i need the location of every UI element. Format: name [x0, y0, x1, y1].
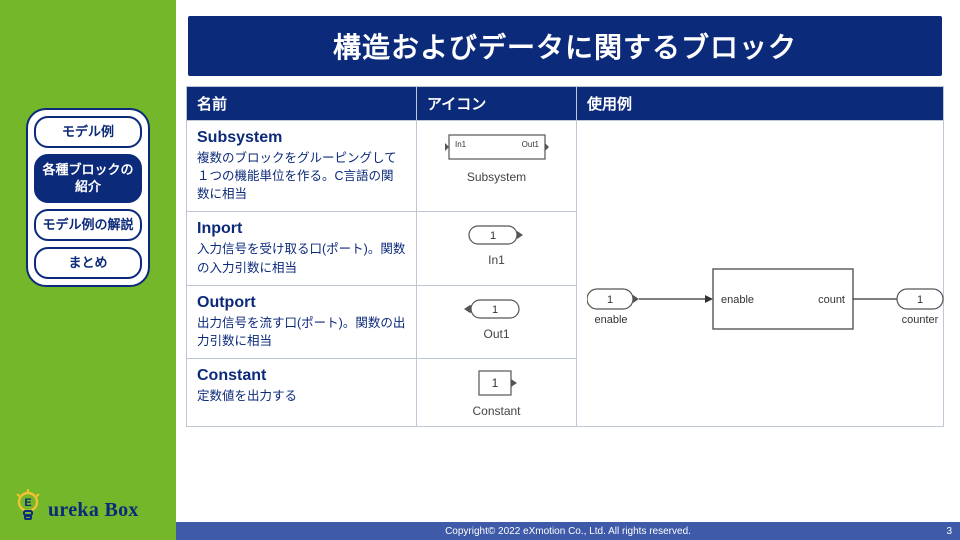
block-title: Subsystem [197, 129, 406, 147]
left-rail: モデル例 各種ブロックの紹介 モデル例の解説 まとめ E ureka Box [0, 0, 176, 540]
svg-text:In1: In1 [455, 140, 467, 149]
svg-text:1: 1 [607, 294, 613, 306]
svg-text:1: 1 [917, 294, 923, 306]
icon-label: Out1 [483, 327, 509, 341]
lightbulb-icon: E [14, 488, 42, 522]
svg-text:count: count [818, 294, 845, 306]
nav-item-model-example[interactable]: モデル例 [34, 116, 142, 148]
usage-diagram: 1 enable enable count [587, 249, 947, 359]
cell-icon: 1 Out1 [417, 285, 577, 358]
cell-name: Inport 入力信号を受け取る口(ポート)。関数の入力引数に相当 [187, 212, 417, 285]
logo-text: ureka Box [48, 499, 139, 522]
copyright: Copyright© 2022 eXmotion Co., Ltd. All r… [176, 526, 960, 537]
icon-label: In1 [488, 253, 505, 267]
constant-icon: 1 [467, 367, 527, 401]
nav-item-model-explain[interactable]: モデル例の解説 [34, 209, 142, 241]
cell-name: Constant 定数値を出力する [187, 358, 417, 426]
icon-label: Subsystem [467, 170, 526, 184]
logo: E ureka Box [14, 488, 139, 522]
footer: Copyright© 2022 eXmotion Co., Ltd. All r… [176, 522, 960, 540]
nav-item-label: 各種ブロックの紹介 [42, 162, 133, 193]
svg-text:1: 1 [491, 304, 497, 316]
blocks-table: 名前 アイコン 使用例 Subsystem 複数のブロックをグルーピングして１つ… [186, 86, 944, 427]
block-title: Constant [197, 367, 406, 385]
slide: モデル例 各種ブロックの紹介 モデル例の解説 まとめ E ureka Box 構… [0, 0, 960, 540]
cell-name: Subsystem 複数のブロックをグルーピングして１つの機能単位を作る。C言語… [187, 121, 417, 212]
cell-name: Outport 出力信号を流す口(ポート)。関数の出力引数に相当 [187, 285, 417, 358]
block-desc: 入力信号を受け取る口(ポート)。関数の入力引数に相当 [197, 242, 405, 274]
cell-icon: 1 Constant [417, 358, 577, 426]
block-title: Inport [197, 220, 406, 238]
nav-item-label: モデル例 [62, 124, 114, 139]
svg-text:1: 1 [489, 230, 495, 242]
svg-text:enable: enable [721, 294, 754, 306]
block-desc: 出力信号を流す口(ポート)。関数の出力引数に相当 [197, 316, 405, 348]
nav-item-label: まとめ [68, 255, 107, 270]
nav-item-blocks-intro[interactable]: 各種ブロックの紹介 [34, 154, 142, 203]
cell-icon: 1 In1 [417, 212, 577, 285]
svg-text:enable: enable [594, 314, 627, 326]
page-number: 3 [946, 526, 952, 537]
nav-item-label: モデル例の解説 [42, 217, 133, 232]
nav-item-summary[interactable]: まとめ [34, 247, 142, 279]
outport-icon: 1 [462, 294, 532, 324]
icon-label: Constant [472, 404, 520, 418]
svg-text:1: 1 [491, 376, 498, 390]
table-row: Subsystem 複数のブロックをグルーピングして１つの機能単位を作る。C言語… [187, 121, 944, 212]
block-desc: 定数値を出力する [197, 389, 297, 403]
page-title: 構造およびデータに関するブロック [188, 16, 942, 76]
block-title: Outport [197, 294, 406, 312]
cell-usage: 1 enable enable count [577, 121, 944, 427]
block-desc: 複数のブロックをグルーピングして１つの機能単位を作る。C言語の関数に相当 [197, 151, 397, 201]
svg-text:counter: counter [902, 314, 939, 326]
svg-text:Out1: Out1 [521, 140, 539, 149]
nav-box: モデル例 各種ブロックの紹介 モデル例の解説 まとめ [26, 108, 150, 287]
inport-icon: 1 [462, 220, 532, 250]
th-icon: アイコン [417, 87, 577, 121]
cell-icon: In1 Out1 Subsystem [417, 121, 577, 212]
svg-text:E: E [24, 497, 31, 509]
main-content: 構造およびデータに関するブロック 名前 アイコン 使用例 Subsystem 複… [176, 0, 960, 540]
th-name: 名前 [187, 87, 417, 121]
th-usage: 使用例 [577, 87, 944, 121]
subsystem-icon: In1 Out1 [437, 129, 557, 167]
